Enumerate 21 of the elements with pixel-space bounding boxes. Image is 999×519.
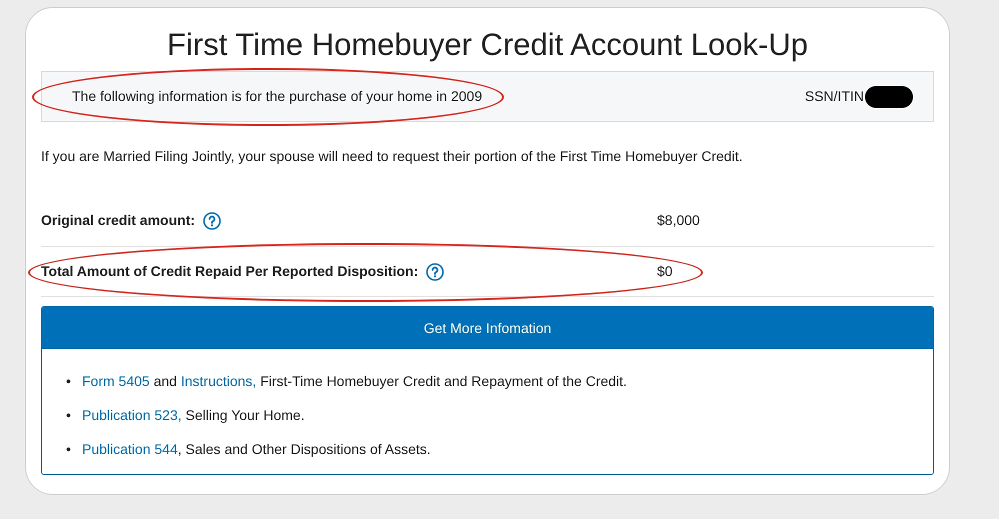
resource-link[interactable]: Instructions, [180,372,256,388]
amount-value: $8,000 [657,211,700,230]
panel-title: Get More Infomation [424,318,552,338]
resource-text: Publication 523, Selling Your Home. [82,406,305,425]
bullet: • [66,440,72,458]
resource-text: Form 5405 and Instructions, First-Time Homebuyer Credit and Repayment of the Credit. [82,372,627,391]
resource-link[interactable]: Publication 544 [82,440,178,456]
resource-text: Publication 544, Sales and Other Dispositions of Assets. [82,440,431,459]
info-text: The following information is for the purchase of your home in 2009 [72,88,482,104]
ssn-label: SSN/ITIN [804,87,864,106]
help-icon[interactable] [203,212,222,230]
joint-filing-note: If you are Married Filing Jointly, your spouse will need to request their portion of the First Time Homebuyer Credit. [41,147,744,166]
resource-link[interactable]: Form 5405 [82,372,150,388]
bullet: • [66,406,72,424]
amount-value: $0 [657,262,673,281]
amount-label: Original credit amount: [41,211,196,230]
bullet: • [66,372,72,390]
resource-link[interactable]: Publication 523, [82,406,182,422]
page-title: First Time Homebuyer Credit Account Look-Up [166,26,809,64]
help-icon[interactable] [426,262,444,280]
amount-label: Total Amount of Credit Repaid Per Reported Disposition: [41,262,418,281]
